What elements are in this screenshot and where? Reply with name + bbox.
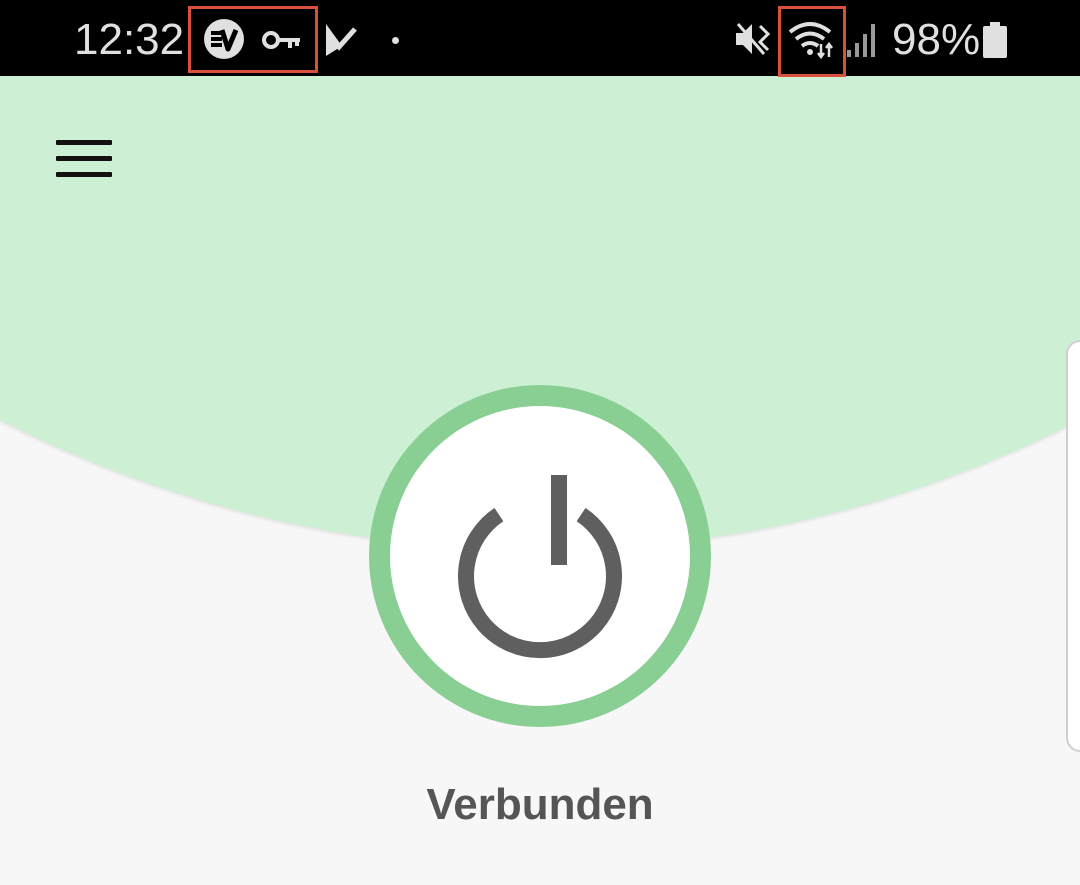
power-button-face [390, 406, 690, 706]
task-check-icon [324, 22, 358, 58]
menu-line [56, 140, 112, 145]
menu-line [56, 156, 112, 161]
power-button[interactable] [369, 385, 711, 727]
battery-icon [982, 22, 1008, 58]
notification-dot-icon [392, 37, 399, 44]
vibrate-mute-icon [734, 20, 774, 58]
battery-percentage: 98% [892, 15, 981, 64]
hamburger-menu-icon[interactable] [48, 128, 120, 188]
side-panel-handle[interactable] [1066, 340, 1080, 752]
signal-icon [846, 22, 878, 58]
highlight-box-wifi [778, 6, 846, 77]
status-time: 12:32 [74, 15, 185, 64]
vpn-app-screen: 12:32 98% Verbunden [0, 0, 1080, 885]
status-bar: 12:32 98% [0, 0, 1080, 77]
connection-status-label: Verbunden [426, 780, 654, 829]
menu-line [56, 172, 112, 177]
highlight-box-vpn-icons [188, 6, 318, 73]
power-icon [458, 475, 622, 659]
